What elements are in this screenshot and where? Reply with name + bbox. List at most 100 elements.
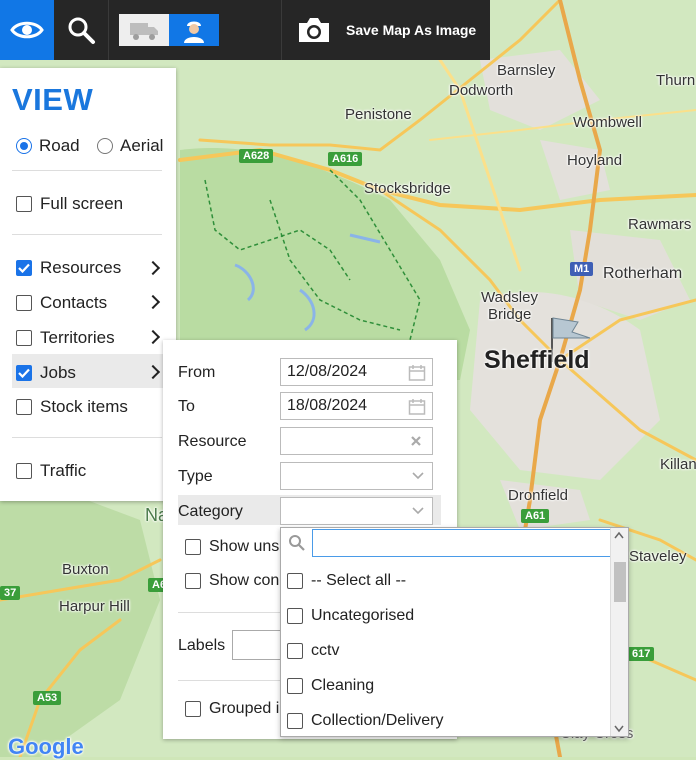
scrollbar-thumb[interactable] xyxy=(614,562,626,602)
stock-items-label: Stock items xyxy=(40,397,128,416)
dropdown-item-label: Cleaning xyxy=(311,677,375,694)
fullscreen-label: Full screen xyxy=(40,194,124,213)
select-all-checkbox[interactable] xyxy=(287,573,303,589)
collection-delivery-checkbox[interactable] xyxy=(287,713,303,729)
traffic-label: Traffic xyxy=(40,461,87,480)
contacts-chevron-icon[interactable] xyxy=(145,294,161,310)
fullscreen-checkbox[interactable] xyxy=(16,196,32,212)
map-label-hoyland: Hoyland xyxy=(567,152,623,169)
road-shield-37: 37 xyxy=(0,586,21,600)
calendar-icon[interactable] xyxy=(408,398,426,416)
dropdown-item-cleaning[interactable]: Cleaning xyxy=(287,677,374,695)
territories-chevron-icon[interactable] xyxy=(145,329,161,345)
grouped-label: Grouped i xyxy=(209,700,280,717)
clear-icon[interactable] xyxy=(410,435,422,447)
dropdown-item-label: -- Select all -- xyxy=(311,572,407,589)
cctv-checkbox[interactable] xyxy=(287,643,303,659)
layer-stock-items[interactable]: Stock items xyxy=(16,397,128,417)
show-unscheduled-option[interactable]: Show uns xyxy=(185,538,279,556)
map-label-dodworth: Dodworth xyxy=(449,82,514,99)
show-completed-checkbox[interactable] xyxy=(185,573,201,589)
map-label-killamarsh: Killan xyxy=(660,456,696,473)
map-label-buxton: Buxton xyxy=(62,561,109,578)
search-icon xyxy=(289,535,305,551)
category-select[interactable] xyxy=(280,497,433,525)
vehicle-toggle[interactable] xyxy=(119,14,169,46)
dropdown-search xyxy=(281,528,612,560)
uncategorised-checkbox[interactable] xyxy=(287,608,303,624)
dropdown-scrollbar[interactable] xyxy=(610,528,628,736)
view-panel-title: VIEW xyxy=(12,82,94,117)
aerial-radio[interactable]: Aerial xyxy=(97,136,163,156)
from-date-field[interactable]: 12/08/2024 xyxy=(280,358,433,386)
dropdown-item-uncategorised[interactable]: Uncategorised xyxy=(287,607,414,625)
calendar-icon[interactable] xyxy=(408,364,426,382)
road-shield-a616: A616 xyxy=(328,152,363,166)
map-label-thurn: Thurn xyxy=(656,72,696,89)
map-label-harpur-hill: Harpur Hill xyxy=(59,598,130,615)
to-date-value: 18/08/2024 xyxy=(287,397,368,414)
view-button[interactable] xyxy=(0,0,54,60)
divider xyxy=(12,234,162,235)
map-label-bridge: Bridge xyxy=(488,306,532,323)
road-radio[interactable]: Road xyxy=(16,136,80,156)
resource-toggle[interactable] xyxy=(169,14,219,46)
dropdown-item-label: Collection/Delivery xyxy=(311,712,444,729)
contacts-checkbox[interactable] xyxy=(16,295,32,311)
dropdown-item-cctv[interactable]: cctv xyxy=(287,642,339,660)
layer-territories[interactable]: Territories xyxy=(16,328,115,348)
dropdown-search-input[interactable] xyxy=(312,529,612,557)
divider xyxy=(12,170,162,171)
traffic-checkbox[interactable] xyxy=(16,463,32,479)
jobs-checkbox[interactable] xyxy=(16,365,32,381)
chevron-down-icon xyxy=(412,507,424,515)
territories-label: Territories xyxy=(40,328,115,347)
cleaning-checkbox[interactable] xyxy=(287,678,303,694)
map-label-barnsley: Barnsley xyxy=(497,62,556,79)
map-label-wadsley: Wadsley xyxy=(481,289,538,306)
to-date-field[interactable]: 18/08/2024 xyxy=(280,392,433,420)
contacts-label: Contacts xyxy=(40,293,108,312)
type-label: Type xyxy=(178,468,213,485)
grouped-checkbox[interactable] xyxy=(185,701,201,717)
divider xyxy=(12,437,162,438)
map-label-penistone: Penistone xyxy=(345,106,412,123)
dropdown-item-select-all[interactable]: -- Select all -- xyxy=(287,572,406,590)
scroll-up-icon[interactable] xyxy=(614,531,624,539)
type-select[interactable] xyxy=(280,462,433,490)
to-label: To xyxy=(178,398,195,415)
camera-icon xyxy=(299,18,329,42)
show-unscheduled-checkbox[interactable] xyxy=(185,539,201,555)
road-label: Road xyxy=(39,136,80,155)
truck-icon xyxy=(130,23,158,40)
resources-checkbox[interactable] xyxy=(16,260,32,276)
road-shield-617: 617 xyxy=(628,647,655,661)
save-map-button[interactable]: Save Map As Image xyxy=(281,0,490,60)
road-shield-a628: A628 xyxy=(239,149,274,163)
road-radio-button[interactable] xyxy=(16,138,32,154)
territories-checkbox[interactable] xyxy=(16,330,32,346)
road-shield-m1: M1 xyxy=(570,262,594,276)
resource-label: Resource xyxy=(178,433,247,450)
dropdown-item-collection-delivery[interactable]: Collection/Delivery xyxy=(287,712,444,730)
scroll-down-icon[interactable] xyxy=(614,725,624,733)
resources-label: Resources xyxy=(40,258,122,277)
show-completed-option[interactable]: Show con xyxy=(185,572,279,590)
map-label-staveley: Staveley xyxy=(629,548,687,565)
resources-chevron-icon[interactable] xyxy=(145,260,161,276)
resource-field[interactable] xyxy=(280,427,433,455)
jobs-label: Jobs xyxy=(40,363,76,382)
stock-items-checkbox[interactable] xyxy=(16,399,32,415)
category-label: Category xyxy=(178,503,243,520)
traffic-option[interactable]: Traffic xyxy=(16,461,86,481)
layer-resources[interactable]: Resources xyxy=(16,258,121,278)
layer-contacts[interactable]: Contacts xyxy=(16,293,107,313)
aerial-radio-button[interactable] xyxy=(97,138,113,154)
road-shield-a61: A61 xyxy=(521,509,550,523)
fullscreen-option[interactable]: Full screen xyxy=(16,194,123,214)
map-label-dronfield: Dronfield xyxy=(508,487,569,504)
search-button[interactable] xyxy=(54,0,108,60)
grouped-option[interactable]: Grouped i xyxy=(185,700,279,718)
map-label-rotherham: Rotherham xyxy=(603,265,683,282)
layer-jobs[interactable]: Jobs xyxy=(16,363,76,383)
